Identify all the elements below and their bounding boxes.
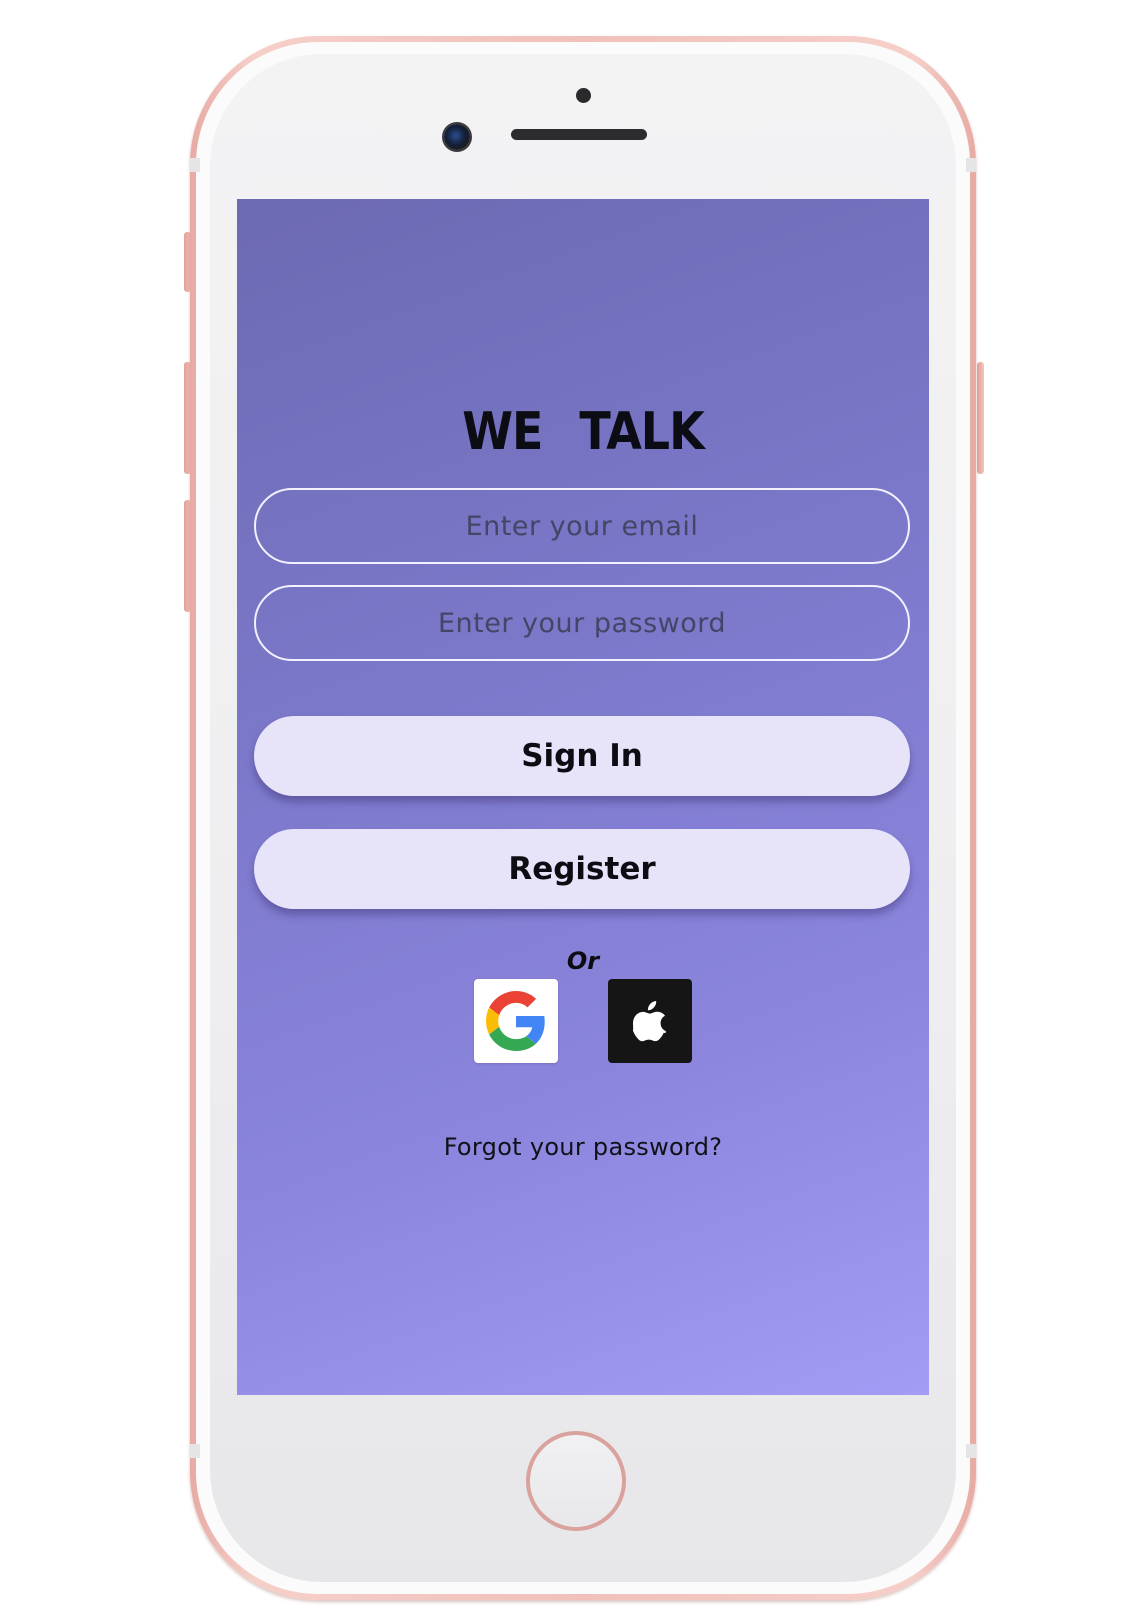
google-icon xyxy=(486,991,545,1051)
google-sign-in-button[interactable] xyxy=(474,979,558,1063)
password-input[interactable] xyxy=(256,586,908,660)
register-button[interactable]: Register xyxy=(254,829,910,909)
power-button xyxy=(977,362,984,474)
password-field[interactable] xyxy=(254,585,910,661)
or-divider-label: Or xyxy=(566,947,600,975)
apple-icon xyxy=(632,1000,667,1042)
app-title: WE TALK xyxy=(462,400,705,462)
email-input[interactable] xyxy=(256,489,908,563)
antenna-line-bottom-right xyxy=(966,1444,976,1458)
app-screen: WE TALK Sign In Register Or Forgot your … xyxy=(237,199,929,1395)
email-field[interactable] xyxy=(254,488,910,564)
device-mockup: WE TALK Sign In Register Or Forgot your … xyxy=(0,0,1145,1619)
proximity-sensor xyxy=(576,88,591,103)
home-button xyxy=(526,1431,626,1531)
antenna-line-bottom-left xyxy=(190,1444,200,1458)
antenna-line-top-right xyxy=(966,158,976,172)
earpiece-speaker xyxy=(511,129,647,140)
apple-sign-in-button[interactable] xyxy=(608,979,692,1063)
front-camera-icon xyxy=(444,124,470,150)
sign-in-button[interactable]: Sign In xyxy=(254,716,910,796)
antenna-line-top-left xyxy=(190,158,200,172)
forgot-password-link[interactable]: Forgot your password? xyxy=(237,1133,929,1161)
